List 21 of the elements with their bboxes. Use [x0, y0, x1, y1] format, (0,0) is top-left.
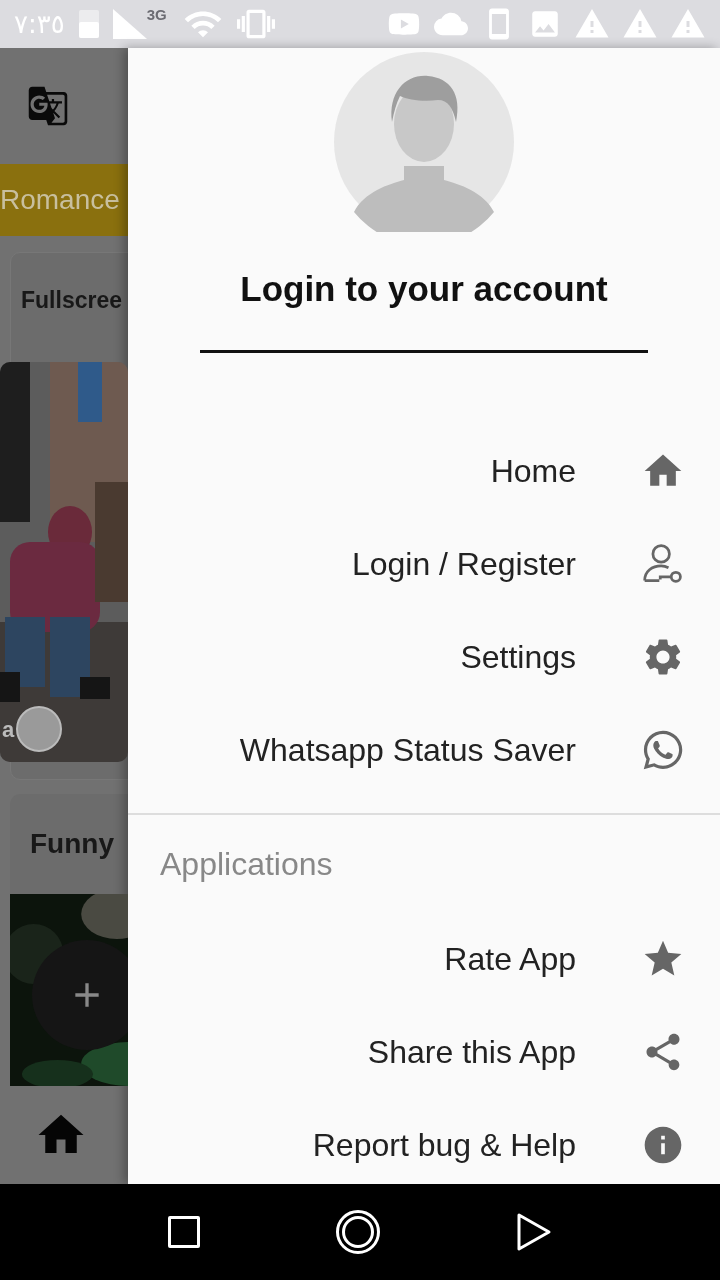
menu-item[interactable]: Settings [128, 610, 720, 704]
signal-icon [112, 9, 147, 39]
back-button[interactable] [516, 1212, 552, 1252]
section-title: Applications [159, 844, 334, 884]
home-button[interactable] [336, 1210, 380, 1254]
user-key-icon [641, 542, 685, 586]
channel-name: a [2, 715, 15, 744]
battery-icon [78, 10, 99, 38]
menu-item[interactable]: Rate App [128, 912, 720, 1006]
card-title: Fullscree [20, 285, 123, 315]
translate-icon[interactable] [27, 85, 69, 127]
menu-item[interactable]: Share this App [128, 1005, 720, 1099]
menu-item[interactable]: Login / Register [128, 517, 720, 611]
menu-item[interactable]: Home [128, 424, 720, 518]
login-title[interactable]: Login to your account [128, 263, 720, 316]
menu-item[interactable]: Whatsapp Status Saver [128, 703, 720, 797]
chat-bubble-phone-icon [641, 728, 685, 772]
menu-item[interactable]: Report bug & Help [128, 1098, 720, 1184]
recents-button[interactable] [168, 1216, 200, 1248]
network-type: 3G [146, 5, 167, 25]
card-title: Funny [29, 827, 115, 861]
